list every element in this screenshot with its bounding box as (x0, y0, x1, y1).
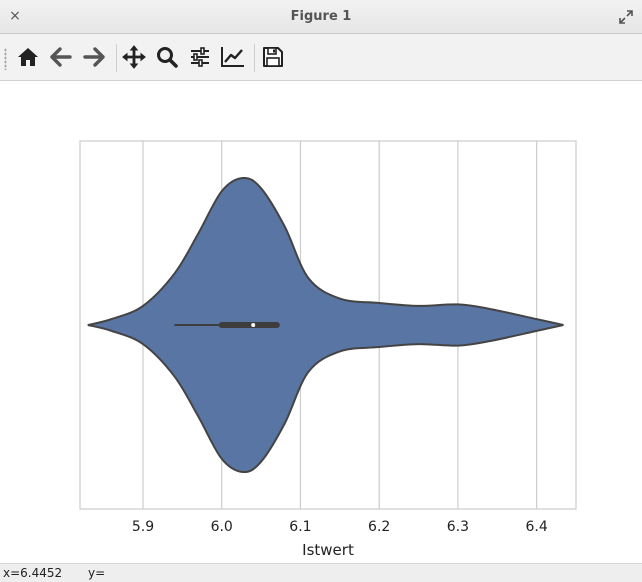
x-axis-label: Istwert (302, 541, 354, 559)
toolbar-separator (116, 44, 117, 72)
maximize-button[interactable] (618, 9, 634, 25)
back-button[interactable] (46, 42, 76, 72)
pan-button[interactable] (119, 42, 149, 72)
x-tick-label: 6.1 (289, 519, 311, 535)
maximize-icon (619, 10, 633, 24)
x-tick-label: 6.0 (211, 519, 233, 535)
save-button[interactable] (258, 42, 288, 72)
cursor-y-readout: y= (88, 566, 106, 580)
cursor-x-readout: x=6.4452 (3, 566, 63, 580)
move-icon (122, 45, 146, 69)
median-marker (251, 323, 256, 327)
title-bar: × Figure 1 (0, 0, 642, 34)
magnifier-icon (157, 47, 178, 68)
zoom-button[interactable] (152, 42, 182, 72)
arrow-left-icon (50, 47, 72, 67)
floppy-disk-icon (263, 47, 283, 67)
x-tick-label: 6.3 (447, 519, 469, 535)
toolbar-grip[interactable] (4, 48, 7, 70)
violin-body (87, 176, 564, 474)
home-button[interactable] (13, 42, 43, 72)
arrow-right-icon (83, 47, 105, 67)
x-tick-label: 5.9 (132, 519, 154, 535)
x-tick-label: 6.2 (368, 519, 390, 535)
x-tick-label: 6.4 (526, 519, 548, 535)
violin-chart[interactable]: 5.9 6.0 6.1 6.2 6.3 6.4 Istwert (0, 81, 642, 563)
home-icon (18, 48, 38, 66)
forward-button[interactable] (79, 42, 109, 72)
x-tick-labels: 5.9 6.0 6.1 6.2 6.3 6.4 (132, 519, 548, 535)
sliders-icon (191, 47, 209, 67)
edit-axis-button[interactable] (218, 42, 248, 72)
toolbar (0, 34, 642, 81)
status-bar: x=6.4452 y= (0, 563, 642, 582)
line-chart-icon (221, 47, 244, 67)
window-title: Figure 1 (290, 9, 352, 24)
toolbar-separator (254, 44, 255, 72)
figure-canvas[interactable]: 5.9 6.0 6.1 6.2 6.3 6.4 Istwert (0, 81, 642, 563)
configure-subplots-button[interactable] (185, 42, 215, 72)
